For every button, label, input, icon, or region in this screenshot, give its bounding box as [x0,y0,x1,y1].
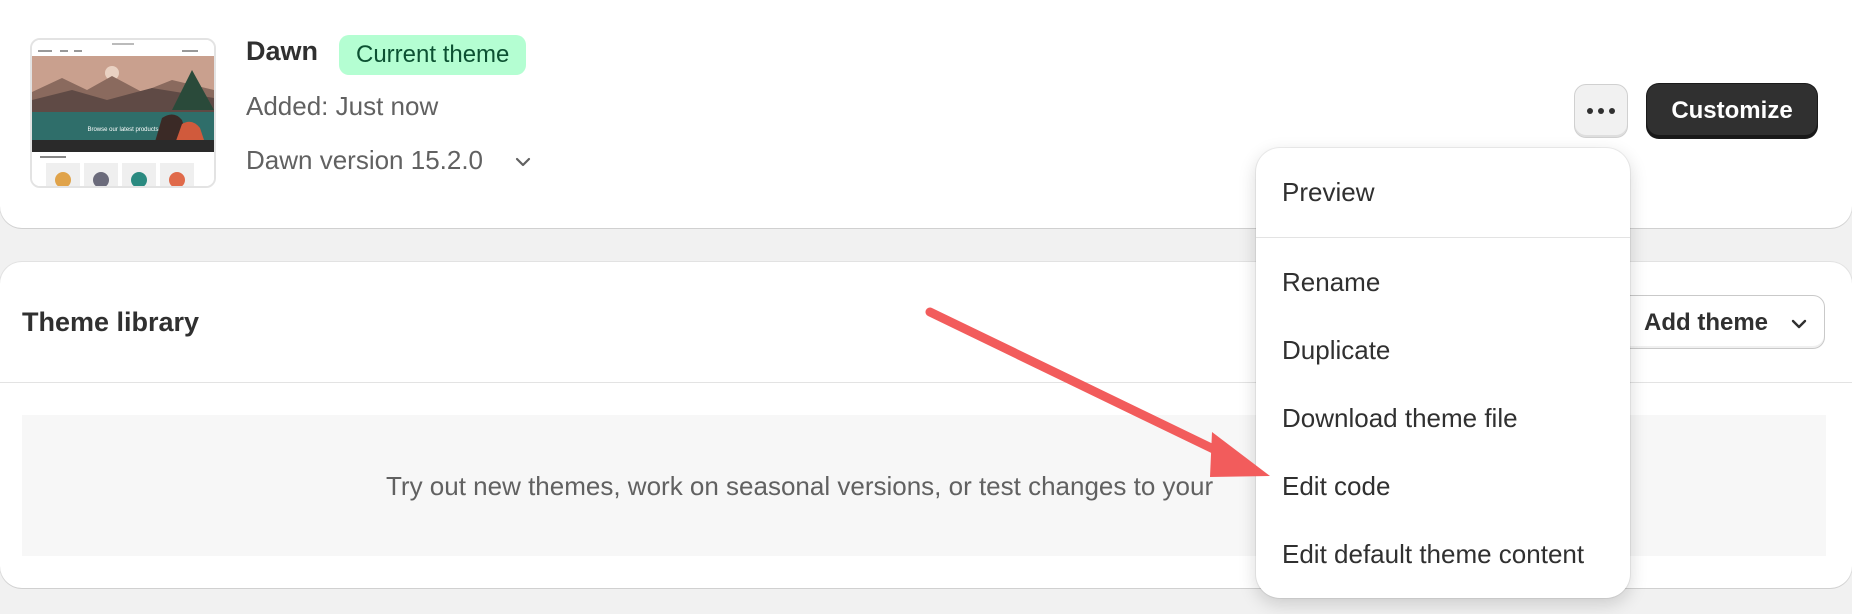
annotation-arrow-icon [925,307,1270,477]
